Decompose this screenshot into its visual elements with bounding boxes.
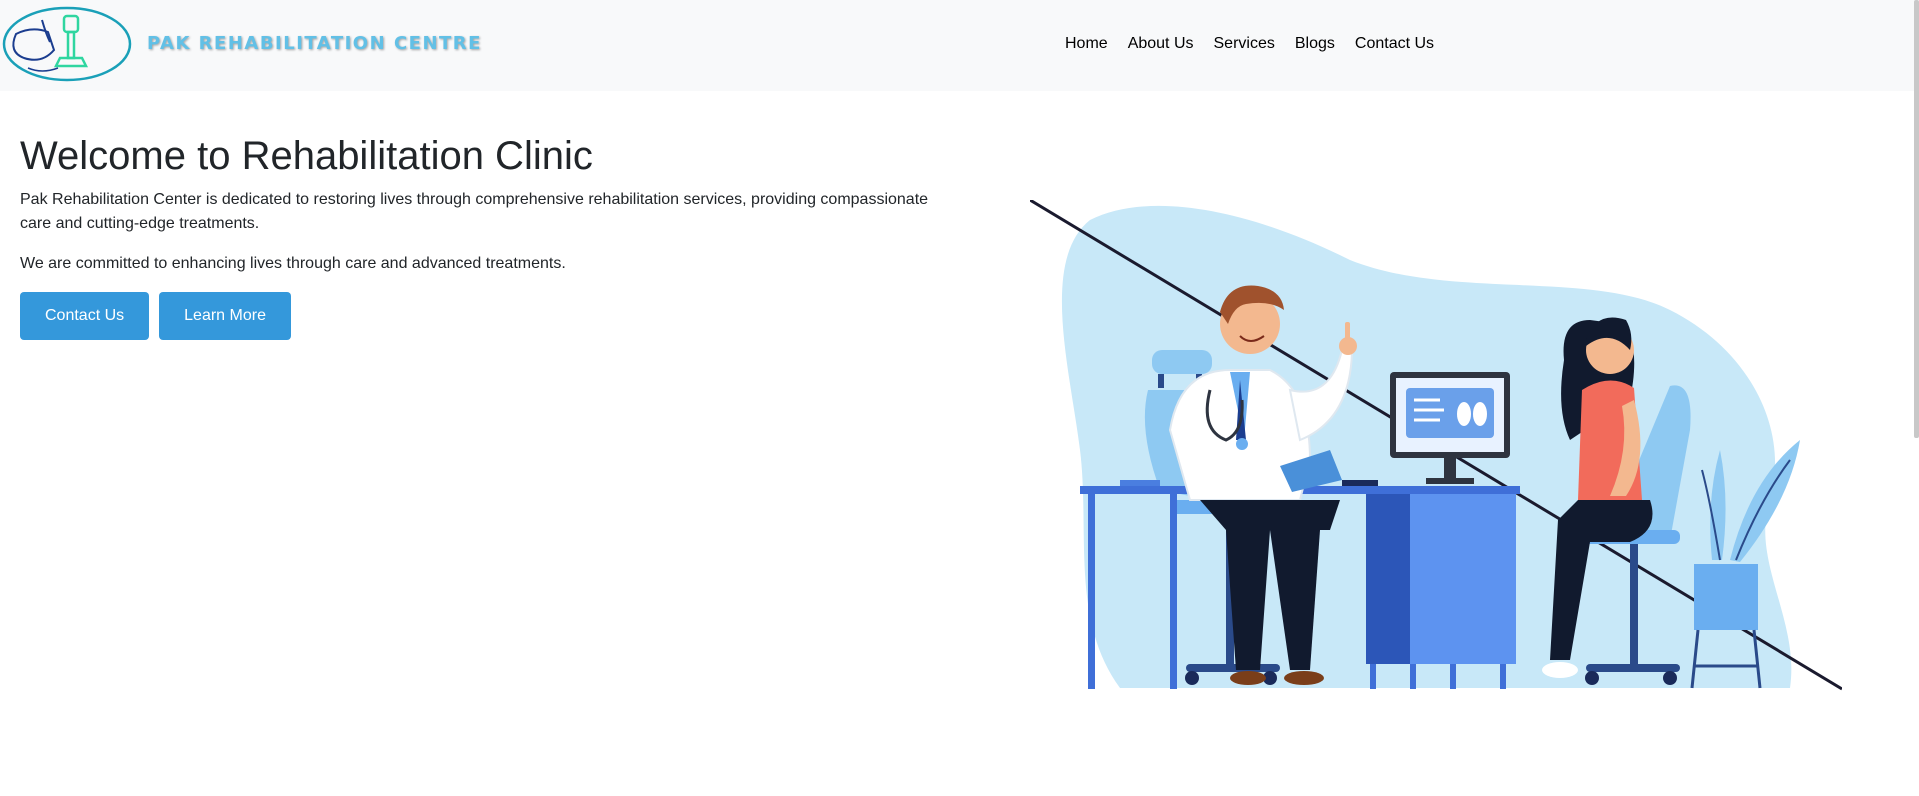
nav-home-link[interactable]: Home (1065, 34, 1108, 54)
main-nav: Home About Us Services Blogs Contact Us (1065, 34, 1434, 54)
brand-name[interactable]: PAK REHABILITATION CENTRE (147, 33, 482, 54)
nav-about-link[interactable]: About Us (1128, 34, 1194, 54)
hero-section: Welcome to Rehabilitation Clinic Pak Reh… (20, 130, 940, 340)
doctor-consultation-illustration (1030, 200, 1842, 691)
nav-blogs-link[interactable]: Blogs (1295, 34, 1335, 54)
hero-buttons: Contact Us Learn More (20, 292, 940, 340)
nav-contact-link[interactable]: Contact Us (1355, 34, 1434, 54)
hero-title: Welcome to Rehabilitation Clinic (20, 134, 593, 178)
nav-services-link[interactable]: Services (1214, 34, 1275, 54)
page-scrollbar[interactable] (1914, 0, 1919, 438)
learn-more-button[interactable]: Learn More (159, 292, 291, 340)
contact-us-button[interactable]: Contact Us (20, 292, 150, 340)
hero-commitment-text: We are committed to enhancing lives thro… (20, 255, 566, 272)
hero-description: Pak Rehabilitation Center is dedicated t… (20, 191, 929, 232)
prosthetic-leg-logo-icon[interactable] (2, 6, 132, 82)
navbar: PAK REHABILITATION CENTRE Home About Us … (0, 0, 1919, 91)
